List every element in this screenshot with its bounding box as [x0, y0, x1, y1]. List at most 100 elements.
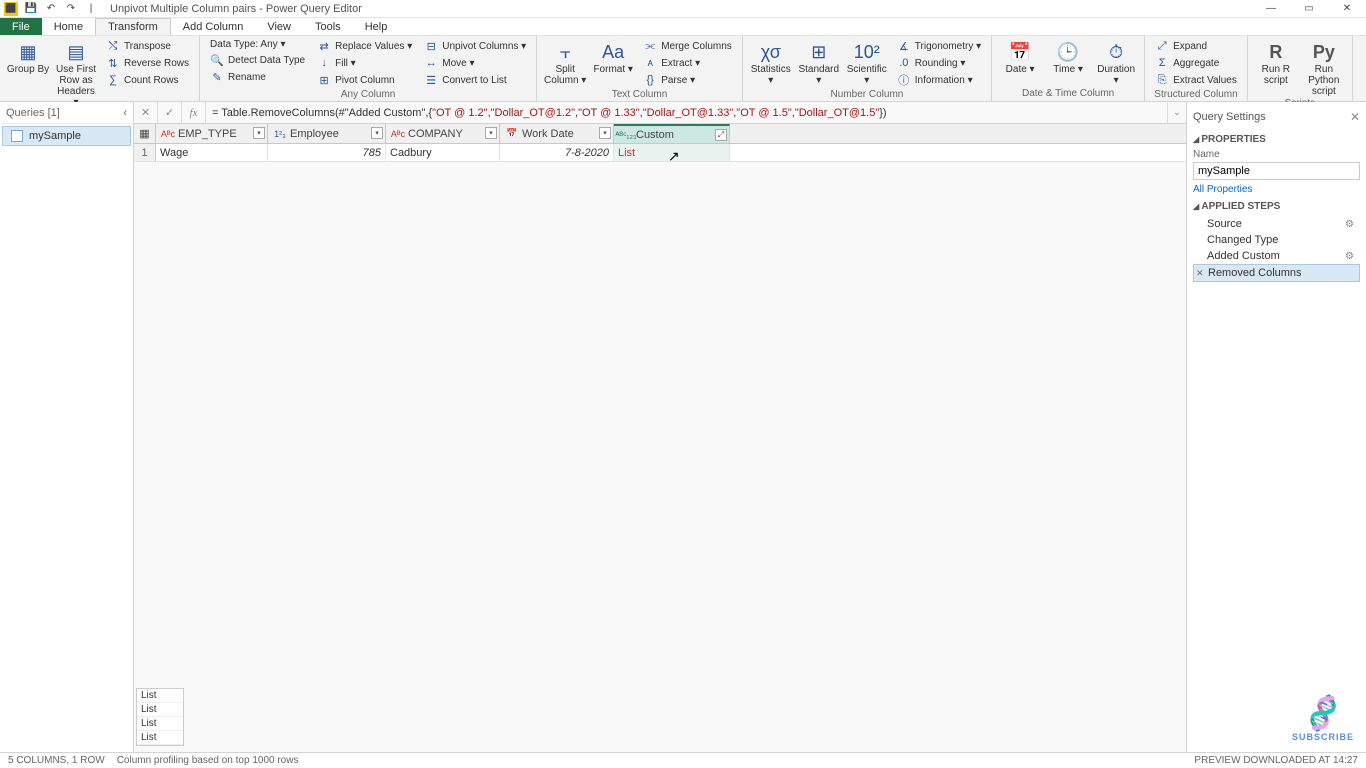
status-preview-time: PREVIEW DOWNLOADED AT 14:27 — [1194, 755, 1358, 766]
information-button[interactable]: ⓘInformation ▾ — [893, 72, 985, 88]
column-filter-icon[interactable]: ▾ — [485, 127, 497, 139]
cell-emp-type[interactable]: Wage — [156, 144, 268, 161]
standard-button[interactable]: ⊞Standard ▾ — [797, 38, 841, 86]
rename-button[interactable]: ✎Rename — [206, 69, 309, 85]
tab-add-column[interactable]: Add Column — [171, 18, 256, 35]
tab-transform[interactable]: Transform — [95, 18, 171, 35]
gear-icon[interactable]: ⚙ — [1345, 251, 1354, 262]
minimize-button[interactable]: — — [1252, 0, 1290, 18]
transpose-button[interactable]: ⤭Transpose — [102, 38, 193, 54]
number-type-icon: 1²₃ — [272, 127, 288, 141]
detect-data-type-button[interactable]: 🔍Detect Data Type — [206, 52, 309, 68]
list-item[interactable]: List — [137, 731, 183, 745]
ribbon-group-datetime-label: Date & Time Column — [998, 87, 1138, 101]
aggregate-button[interactable]: ΣAggregate — [1151, 55, 1241, 71]
date-button[interactable]: 📅Date ▾ — [998, 38, 1042, 75]
trigonometry-button[interactable]: ∡Trigonometry ▾ — [893, 38, 985, 54]
ribbon-group-number-column: χσStatistics ▾ ⊞Standard ▾ 10²Scientific… — [743, 36, 992, 101]
data-type-button[interactable]: Data Type: Any ▾ — [206, 38, 309, 51]
column-filter-icon[interactable]: ▾ — [371, 127, 383, 139]
expand-button[interactable]: ⤢Expand — [1151, 38, 1241, 54]
redo-icon[interactable]: ↷ — [64, 2, 78, 16]
column-header-custom[interactable]: ᴬᴮᶜ₁₂₃Custom⤢ — [614, 124, 730, 143]
format-button[interactable]: AaFormat ▾ — [591, 38, 635, 75]
time-button[interactable]: 🕒Time ▾ — [1046, 38, 1090, 75]
step-changed-type[interactable]: Changed Type — [1193, 232, 1360, 248]
list-item[interactable]: List — [137, 717, 183, 731]
app-icon: ⬛ — [4, 2, 18, 16]
tab-home[interactable]: Home — [42, 18, 95, 35]
count-rows-button[interactable]: ∑Count Rows — [102, 72, 193, 88]
ribbon-group-text-column: ⫟Split Column ▾ AaFormat ▾ ⫘Merge Column… — [537, 36, 743, 101]
cell-work-date[interactable]: 7-8-2020 — [500, 144, 614, 161]
data-grid: ▦ AᴮcEMP_TYPE▾ 1²₃Employee▾ AᴮcCOMPANY▾ … — [134, 124, 1186, 162]
tab-help[interactable]: Help — [353, 18, 400, 35]
formula-input[interactable]: = Table.RemoveColumns(#"Added Custom",{"… — [206, 102, 1168, 123]
pivot-column-button[interactable]: ⊞Pivot Column — [313, 72, 416, 88]
query-name-input[interactable] — [1193, 162, 1360, 180]
rounding-button[interactable]: .0Rounding ▾ — [893, 55, 985, 71]
close-settings-button[interactable]: ✕ — [1350, 110, 1360, 124]
fx-icon[interactable]: fx — [182, 102, 206, 123]
column-header-emp-type[interactable]: AᴮcEMP_TYPE▾ — [156, 124, 268, 143]
properties-section-header[interactable]: PROPERTIES — [1193, 134, 1360, 145]
extract-values-button[interactable]: ⎘Extract Values — [1151, 72, 1241, 88]
formula-expand-button[interactable]: ⌄ — [1168, 102, 1186, 123]
column-expand-icon[interactable]: ⤢ — [715, 129, 727, 141]
tab-tools[interactable]: Tools — [303, 18, 353, 35]
formula-cancel-button[interactable]: ✕ — [134, 102, 158, 123]
undo-icon[interactable]: ↶ — [44, 2, 58, 16]
gear-icon[interactable]: ⚙ — [1345, 219, 1354, 230]
column-header-employee[interactable]: 1²₃Employee▾ — [268, 124, 386, 143]
column-filter-icon[interactable]: ▾ — [599, 127, 611, 139]
step-source[interactable]: Source⚙ — [1193, 216, 1360, 232]
maximize-button[interactable]: ▭ — [1290, 0, 1328, 18]
applied-steps-header[interactable]: APPLIED STEPS — [1193, 201, 1360, 212]
column-header-company[interactable]: AᴮcCOMPANY▾ — [386, 124, 500, 143]
queries-panel: Queries [1] ‹ mySample — [0, 102, 134, 752]
parse-button[interactable]: {}Parse ▾ — [639, 72, 736, 88]
formula-commit-button[interactable]: ✓ — [158, 102, 182, 123]
move-button[interactable]: ↔Move ▾ — [420, 55, 530, 71]
extract-values-icon: ⎘ — [1155, 73, 1169, 87]
duration-icon: ⏱ — [1102, 40, 1130, 64]
list-item[interactable]: List — [137, 703, 183, 717]
convert-to-list-button[interactable]: ☰Convert to List — [420, 72, 530, 88]
row-index-header[interactable]: ▦ — [134, 124, 156, 143]
cell-employee[interactable]: 785 — [268, 144, 386, 161]
column-filter-icon[interactable]: ▾ — [253, 127, 265, 139]
step-added-custom[interactable]: Added Custom⚙ — [1193, 248, 1360, 264]
scientific-button[interactable]: 10²Scientific ▾ — [845, 38, 889, 86]
query-item-mysample[interactable]: mySample — [2, 126, 131, 146]
split-column-button[interactable]: ⫟Split Column ▾ — [543, 38, 587, 86]
use-first-row-button[interactable]: ▤Use First Row as Headers ▾ — [54, 38, 98, 108]
extract-button[interactable]: ᴀExtract ▾ — [639, 55, 736, 71]
fill-button[interactable]: ↓Fill ▾ — [313, 55, 416, 71]
merge-columns-button[interactable]: ⫘Merge Columns — [639, 38, 736, 54]
table-row[interactable]: 1 Wage 785 Cadbury 7-8-2020 List — [134, 144, 1186, 162]
list-item[interactable]: List — [137, 689, 183, 703]
run-python-button[interactable]: PyRun Python script — [1302, 38, 1346, 97]
time-icon: 🕒 — [1054, 40, 1082, 64]
step-removed-columns[interactable]: Removed Columns — [1193, 264, 1360, 282]
column-header-work-date[interactable]: 📅Work Date▾ — [500, 124, 614, 143]
statistics-button[interactable]: χσStatistics ▾ — [749, 38, 793, 86]
query-settings-panel: Query Settings ✕ PROPERTIES Name All Pro… — [1186, 102, 1366, 752]
save-icon[interactable]: 💾 — [24, 2, 38, 16]
duration-button[interactable]: ⏱Duration ▾ — [1094, 38, 1138, 86]
standard-icon: ⊞ — [805, 40, 833, 64]
group-by-button[interactable]: ▦Group By — [6, 38, 50, 75]
cell-custom[interactable]: List — [614, 144, 730, 161]
tab-file[interactable]: File — [0, 18, 42, 35]
unpivot-columns-button[interactable]: ⊟Unpivot Columns ▾ — [420, 38, 530, 54]
status-columns-rows: 5 COLUMNS, 1 ROW — [8, 755, 105, 766]
replace-values-button[interactable]: ⇄Replace Values ▾ — [313, 38, 416, 54]
run-r-button[interactable]: RRun R script — [1254, 38, 1298, 86]
tab-view[interactable]: View — [255, 18, 303, 35]
queries-collapse-icon[interactable]: ‹ — [123, 107, 127, 119]
reverse-rows-button[interactable]: ⇅Reverse Rows — [102, 55, 193, 71]
rounding-icon: .0 — [897, 56, 911, 70]
all-properties-link[interactable]: All Properties — [1193, 184, 1360, 195]
cell-company[interactable]: Cadbury — [386, 144, 500, 161]
close-button[interactable]: ✕ — [1328, 0, 1366, 18]
